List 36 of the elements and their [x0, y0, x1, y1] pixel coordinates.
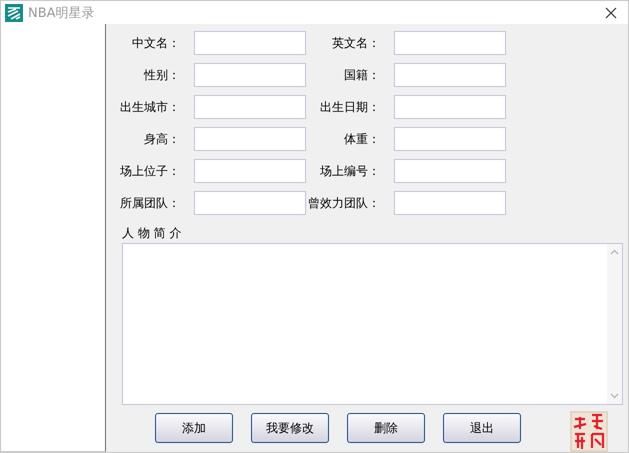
field-label: 出生日期： [320, 98, 380, 116]
input-field[interactable] [194, 127, 306, 151]
action-button[interactable]: 删除 [347, 413, 425, 443]
input-field[interactable] [394, 95, 506, 119]
scroll-down-icon[interactable] [610, 393, 619, 399]
input-field[interactable] [394, 63, 506, 87]
field-label: 中文名： [132, 34, 180, 52]
action-button[interactable]: 添加 [155, 413, 233, 443]
app-icon [5, 4, 23, 22]
action-button[interactable]: 退出 [443, 413, 521, 443]
field-label: 场上位子： [120, 162, 180, 180]
bio-label: 人 物 简 介 [122, 225, 182, 242]
input-field[interactable] [394, 127, 506, 151]
input-field[interactable] [194, 63, 306, 87]
field-label: 出生城市： [120, 98, 180, 116]
input-field[interactable] [394, 159, 506, 183]
bio-text-area[interactable] [122, 243, 623, 405]
field-label: 曾效力团队： [308, 194, 380, 212]
field-label: 身高： [144, 130, 180, 148]
scrollbar[interactable] [607, 244, 622, 404]
field-label: 所属团队： [120, 194, 180, 212]
window-title: NBA明星录 [28, 4, 96, 22]
input-field[interactable] [194, 159, 306, 183]
input-field[interactable] [394, 31, 506, 55]
scroll-up-icon[interactable] [610, 249, 619, 255]
field-label: 场上编号： [320, 162, 380, 180]
input-field[interactable] [194, 31, 306, 55]
field-label: 英文名： [332, 34, 380, 52]
action-button[interactable]: 我要修改 [251, 413, 329, 443]
input-field[interactable] [194, 95, 306, 119]
field-label: 性别： [144, 66, 180, 84]
close-icon[interactable] [605, 6, 617, 18]
field-label: 体重： [344, 130, 380, 148]
field-label: 国籍： [344, 66, 380, 84]
input-field[interactable] [394, 191, 506, 215]
input-field[interactable] [194, 191, 306, 215]
